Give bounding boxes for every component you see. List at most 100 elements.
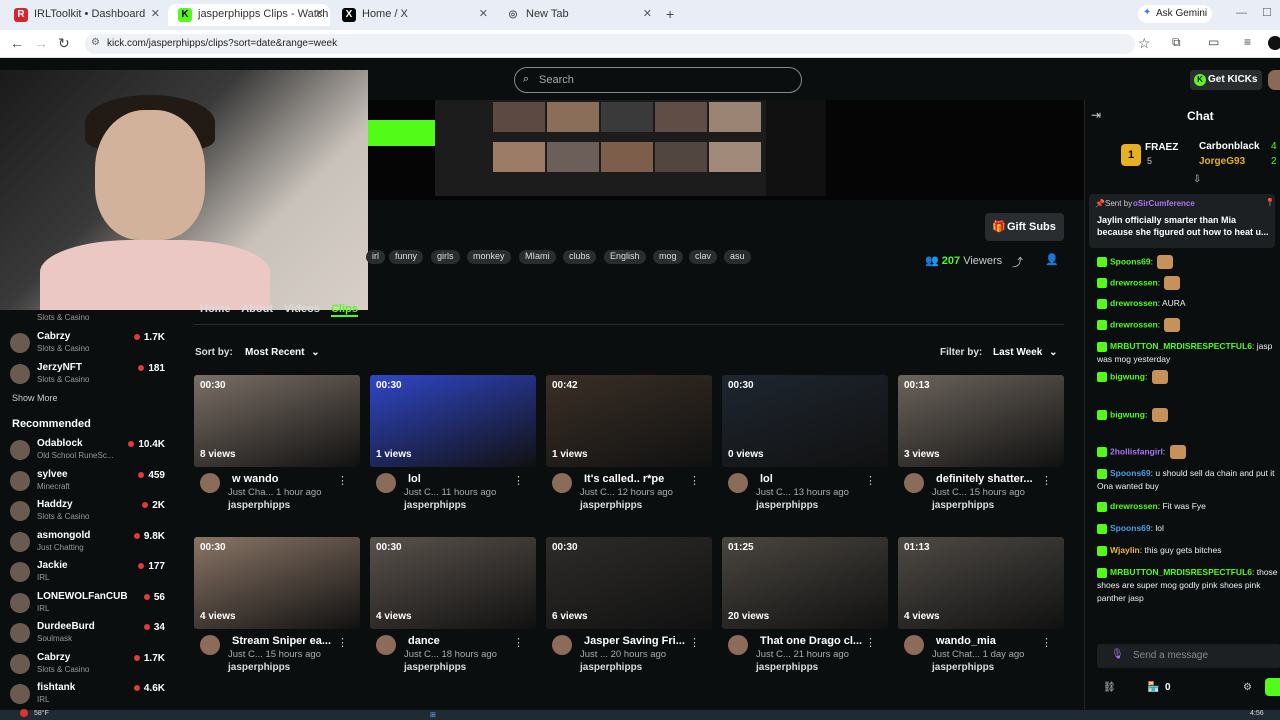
unpin-icon[interactable]: 📍 [1265, 198, 1275, 207]
back-arrow-icon[interactable]: ← [10, 35, 24, 51]
pinned-by-user[interactable]: oSirCumference [1133, 199, 1195, 208]
gift-subs-button[interactable]: 🎁 Gift Subs [985, 213, 1064, 241]
get-kicks-button[interactable]: K Get KICKs [1190, 70, 1262, 90]
more-options-icon[interactable]: ⋮ [689, 474, 700, 487]
follow-user-icon[interactable]: 👤 [1045, 253, 1059, 266]
share-icon[interactable]: ⤴ [1012, 254, 1023, 270]
show-more-link[interactable]: Show More [12, 393, 58, 403]
chat-send-button[interactable] [1265, 678, 1280, 696]
chat-input[interactable]: 🎙 Send a message [1097, 644, 1280, 668]
more-options-icon[interactable]: ⋮ [1041, 636, 1052, 649]
clip-title[interactable]: dance [408, 635, 440, 647]
clip-card[interactable]: 00:30 4 views dance Just C... 18 hours a… [370, 537, 536, 677]
clip-thumbnail[interactable]: 00:30 4 views [370, 537, 536, 629]
clip-title[interactable]: It's called.. r*pe [584, 473, 664, 485]
clip-author[interactable]: jasperphipps [932, 662, 994, 673]
clip-title[interactable]: wando_mia [936, 635, 996, 647]
chat-username[interactable]: drewrossen [1110, 501, 1158, 511]
tag-pill[interactable]: MIami [519, 250, 556, 264]
clip-title[interactable]: definitely shatter... [936, 473, 1033, 485]
clip-card[interactable]: 00:30 8 views w wando Just Cha... 1 hour… [194, 375, 360, 515]
clip-card[interactable]: 00:30 0 views lol Just C... 13 hours ago… [722, 375, 888, 515]
chat-username[interactable]: MRBUTTON_MRDISRESPECTFUL6 [1110, 567, 1252, 577]
site-info-icon[interactable]: ⚙ [91, 37, 100, 48]
kick-points-icon[interactable]: ⛓ [1103, 682, 1116, 693]
profile-avatar[interactable] [1268, 36, 1280, 50]
ask-gemini-button[interactable]: ✦ Ask Gemini [1138, 5, 1212, 23]
clip-author-avatar[interactable] [728, 635, 748, 655]
clip-title[interactable]: Jasper Saving Fri... [584, 635, 685, 647]
clip-title[interactable]: That one Drago cl... [760, 635, 862, 647]
clip-author-avatar[interactable] [376, 473, 396, 493]
clip-title[interactable]: lol [408, 473, 421, 485]
clip-thumbnail[interactable]: 00:30 6 views [546, 537, 712, 629]
clip-card[interactable]: 01:25 20 views That one Drago cl... Just… [722, 537, 888, 677]
sidebar-channel[interactable]: Cabrzy Slots & Casino 1.7K [10, 652, 175, 682]
sidebar-channel[interactable]: LONEWOLFanCUB IRL 56 [10, 591, 175, 621]
tag-pill[interactable]: monkey [467, 250, 511, 264]
microphone-icon[interactable]: 🎙 [1111, 649, 1124, 660]
forward-arrow-icon[interactable]: → [34, 35, 48, 51]
reading-list-icon[interactable]: ≡ [1244, 35, 1251, 49]
clip-author[interactable]: jasperphipps [756, 500, 818, 511]
windows-start-icon[interactable]: ⊞ [430, 711, 436, 719]
clip-thumbnail[interactable]: 01:25 20 views [722, 537, 888, 629]
extensions-icon[interactable]: ⧉ [1172, 35, 1181, 50]
tab-about[interactable]: About [241, 303, 273, 315]
browser-tab-kick-clips[interactable]: K jasperphipps Clips - Watch Live ✕ [168, 4, 330, 26]
filter-dropdown[interactable]: Last Week ⌄ [987, 342, 1063, 364]
clip-author-avatar[interactable] [904, 473, 924, 493]
store-icon[interactable]: 🏪 [1147, 682, 1159, 693]
more-options-icon[interactable]: ⋮ [865, 474, 876, 487]
clip-author[interactable]: jasperphipps [580, 500, 642, 511]
chat-username[interactable]: Spoons69 [1110, 256, 1151, 266]
clip-author[interactable]: jasperphipps [756, 662, 818, 673]
clip-author[interactable]: jasperphipps [580, 662, 642, 673]
tag-pill[interactable]: English [604, 250, 646, 264]
sidebar-channel[interactable]: DurdeeBurd Soulmask 34 [10, 621, 175, 651]
expand-leaderboard-icon[interactable]: ⇩ [1193, 174, 1201, 185]
chat-settings-icon[interactable]: ⚙ [1243, 682, 1252, 693]
user-avatar[interactable] [1268, 70, 1280, 90]
clip-thumbnail[interactable]: 01:13 4 views [898, 537, 1064, 629]
clip-thumbnail[interactable]: 00:42 1 views [546, 375, 712, 467]
tag-pill[interactable]: asu [724, 250, 751, 264]
browser-tab-new[interactable]: ◎ New Tab ✕ [496, 4, 658, 26]
bookmark-star-icon[interactable]: ☆ [1138, 35, 1151, 52]
new-tab-plus-icon[interactable]: + [666, 6, 674, 22]
sidebar-channel[interactable]: Slots & Casino [10, 300, 175, 330]
sidebar-channel[interactable]: Jackie IRL 177 [10, 560, 175, 590]
reload-icon[interactable]: ↻ [58, 35, 70, 52]
chat-username[interactable]: Spoons69 [1110, 523, 1151, 533]
clip-author-avatar[interactable] [552, 635, 572, 655]
sidebar-channel[interactable]: sylvee Minecraft 459 [10, 469, 175, 499]
tag-pill[interactable]: irl [366, 250, 385, 264]
tab-home[interactable]: Home [200, 303, 231, 315]
browser-tab-irltoolkit[interactable]: R IRLToolkit • Dashboard ✕ [4, 4, 166, 26]
close-tab-icon[interactable]: ✕ [479, 7, 488, 20]
minimize-window-icon[interactable]: — [1236, 7, 1247, 19]
clip-title[interactable]: w wando [232, 473, 278, 485]
more-options-icon[interactable]: ⋮ [689, 636, 700, 649]
clip-thumbnail[interactable]: 00:30 4 views [194, 537, 360, 629]
tag-pill[interactable]: clubs [563, 250, 597, 264]
close-tab-icon[interactable]: ✕ [315, 7, 324, 20]
sidebar-channel[interactable]: JerzyNFT Slots & Casino 181 [10, 362, 175, 392]
tag-pill[interactable]: girls [431, 250, 460, 264]
clip-thumbnail[interactable]: 00:30 1 views [370, 375, 536, 467]
chat-username[interactable]: drewrossen [1110, 298, 1158, 308]
chat-username[interactable]: bigwung [1110, 371, 1145, 381]
chat-username[interactable]: bigwung [1110, 409, 1145, 419]
more-options-icon[interactable]: ⋮ [513, 474, 524, 487]
more-options-icon[interactable]: ⋮ [337, 636, 348, 649]
clip-author-avatar[interactable] [552, 473, 572, 493]
browser-tab-x[interactable]: X Home / X ✕ [332, 4, 494, 26]
tab-videos[interactable]: Videos [284, 303, 320, 315]
tag-pill[interactable]: mog [653, 250, 683, 264]
close-tab-icon[interactable]: ✕ [151, 7, 160, 20]
clip-author[interactable]: jasperphipps [228, 662, 290, 673]
sidebar-channel[interactable]: Odablock Old School RuneSc... 10.4K [10, 438, 175, 468]
clip-author-avatar[interactable] [200, 635, 220, 655]
more-options-icon[interactable]: ⋮ [513, 636, 524, 649]
chat-username[interactable]: MRBUTTON_MRDISRESPECTFUL6 [1110, 341, 1252, 351]
